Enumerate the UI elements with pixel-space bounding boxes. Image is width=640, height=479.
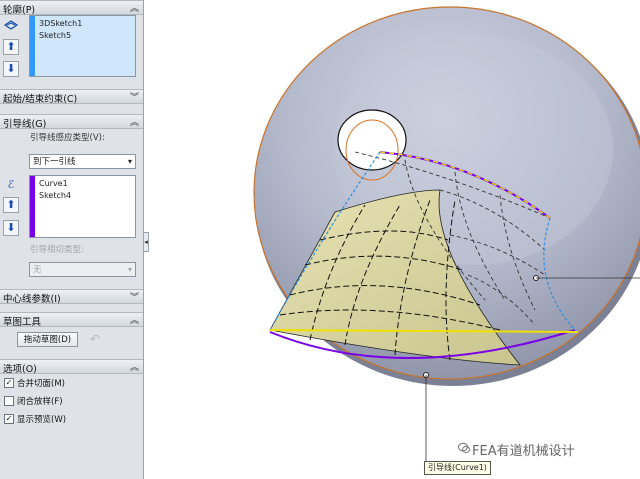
arrow-down-icon: ⬇: [6, 62, 16, 75]
list-item[interactable]: Curve1: [39, 179, 68, 188]
influence-type-value: 到下一引线: [33, 157, 76, 167]
wechat-icon: [458, 442, 470, 453]
guide-curves-list[interactable]: Curve1 Sketch4: [29, 175, 136, 238]
arrow-up-icon: ⬆: [6, 198, 16, 211]
chevron-down-icon: ▾: [127, 157, 132, 166]
expand-chevron-icon[interactable]: ︾: [130, 90, 139, 103]
list-item[interactable]: Sketch5: [39, 31, 71, 40]
watermark-text: FEA有道机械设计: [472, 444, 575, 459]
options-section-header[interactable]: 选项(O) ︽: [0, 359, 143, 375]
sketch-tools-section-title: 草图工具: [3, 317, 42, 328]
show-preview-label: 显示预览(W): [17, 415, 67, 425]
centerline-section-header[interactable]: 中心线参数(I) ︾: [0, 289, 143, 305]
arrow-up-icon: ⬆: [6, 40, 16, 53]
drag-sketch-button[interactable]: 拖动草图(D): [17, 332, 78, 347]
panel-collapse-handle[interactable]: ◂: [143, 232, 149, 252]
arrow-down-icon: ⬇: [6, 221, 16, 234]
start-end-section-header[interactable]: 起始/结束约束(C) ︾: [0, 89, 143, 105]
chevron-down-icon: ▾: [127, 265, 132, 274]
tangency-type-label: 引导相切类型:: [30, 245, 84, 255]
list-item[interactable]: Sketch4: [39, 191, 71, 200]
move-up-button[interactable]: ⬆: [3, 197, 19, 213]
collapse-chevron-icon[interactable]: ︽: [130, 313, 139, 326]
list-item[interactable]: 3DSketch1: [39, 19, 82, 28]
show-preview-checkbox[interactable]: ✓: [4, 414, 14, 424]
tangency-type-select[interactable]: 无 ▾: [29, 262, 136, 277]
move-down-button[interactable]: ⬇: [3, 61, 19, 77]
undo-icon[interactable]: ↶: [90, 332, 104, 346]
move-up-button[interactable]: ⬆: [3, 39, 19, 55]
merge-tangent-checkbox[interactable]: ✓: [4, 378, 14, 388]
guide-list-color-bar: [30, 176, 35, 237]
guides-section-header[interactable]: 引导线(G) ︽: [0, 114, 143, 130]
merge-tangent-label: 合并切面(M): [17, 379, 65, 389]
property-manager-panel: 轮廓(P) ︽ ⬆ ⬇ 3DSketch1 Sketch5 起始/结束约束(C)…: [0, 0, 144, 479]
close-loft-label: 闭合放样(F): [17, 397, 63, 407]
close-loft-checkbox[interactable]: [4, 396, 14, 406]
profile-list[interactable]: 3DSketch1 Sketch5: [29, 15, 136, 77]
move-down-button[interactable]: ⬇: [3, 220, 19, 236]
guides-section-title: 引导线(G): [3, 119, 47, 130]
guide-curve-callout[interactable]: 引导线(Curve1): [424, 461, 491, 475]
profile-list-color-bar: [30, 16, 35, 76]
guide-curve-icon: ℰ: [7, 178, 15, 191]
influence-type-select[interactable]: 到下一引线 ▾: [29, 154, 136, 169]
start-end-section-title: 起始/结束约束(C): [3, 94, 78, 105]
graphics-viewport[interactable]: [150, 0, 640, 479]
profile-section-title: 轮廓(P): [3, 5, 36, 16]
centerline-section-title: 中心线参数(I): [3, 294, 61, 305]
influence-type-label: 引导线感应类型(V):: [30, 133, 105, 143]
profile-section-header[interactable]: 轮廓(P) ︽: [0, 0, 143, 16]
options-section-title: 选项(O): [3, 364, 37, 375]
collapse-chevron-icon[interactable]: ︽: [130, 115, 139, 128]
expand-chevron-icon[interactable]: ︾: [130, 290, 139, 303]
profile-selection-icon: [3, 17, 19, 33]
collapse-chevron-icon[interactable]: ︽: [130, 1, 139, 14]
collapse-chevron-icon[interactable]: ︽: [130, 360, 139, 373]
tangency-type-value: 无: [33, 265, 42, 275]
sketch-tools-section-header[interactable]: 草图工具 ︽: [0, 312, 143, 328]
